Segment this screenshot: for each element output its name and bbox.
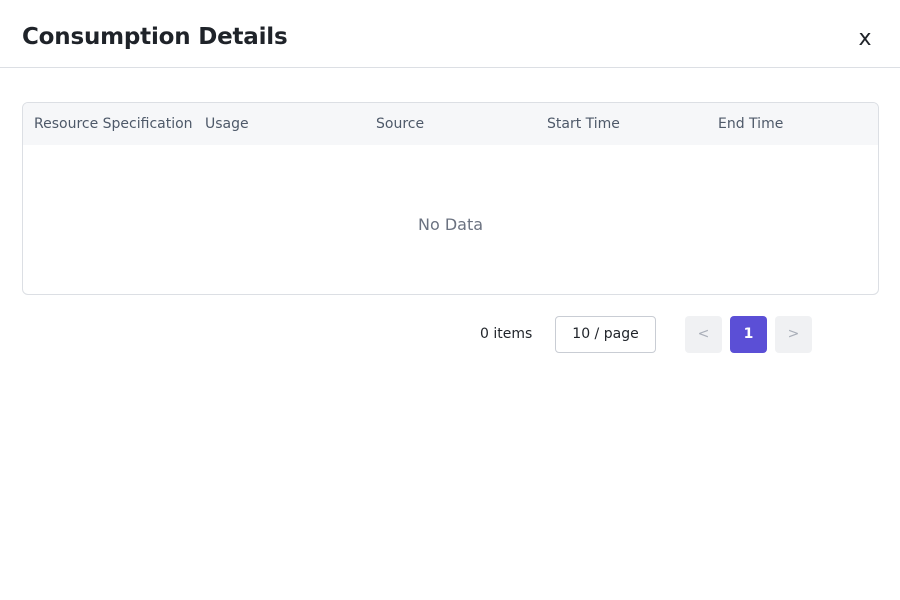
column-header-resource-specification[interactable]: Resource Specification bbox=[34, 103, 193, 145]
close-button[interactable]: x bbox=[852, 26, 878, 52]
page-1-button[interactable]: 1 bbox=[730, 316, 767, 353]
next-page-button[interactable]: > bbox=[775, 316, 812, 353]
column-header-usage[interactable]: Usage bbox=[205, 103, 249, 145]
consumption-details-modal: Consumption Details x Resource Specifica… bbox=[0, 0, 900, 600]
table-header: Resource Specification Usage Source Star… bbox=[23, 103, 878, 145]
page-size-select[interactable]: 10 / page bbox=[555, 316, 656, 353]
consumption-table: Resource Specification Usage Source Star… bbox=[22, 102, 879, 295]
prev-page-button[interactable]: < bbox=[685, 316, 722, 353]
empty-text: No Data bbox=[417, 215, 484, 234]
modal-header: Consumption Details x bbox=[0, 0, 900, 68]
column-header-start-time[interactable]: Start Time bbox=[547, 103, 620, 145]
table-empty-state: No Data bbox=[23, 145, 878, 294]
column-header-end-time[interactable]: End Time bbox=[718, 103, 783, 145]
modal-title: Consumption Details bbox=[22, 24, 288, 50]
pagination-total: 0 items bbox=[480, 326, 533, 342]
column-header-source[interactable]: Source bbox=[376, 103, 424, 145]
